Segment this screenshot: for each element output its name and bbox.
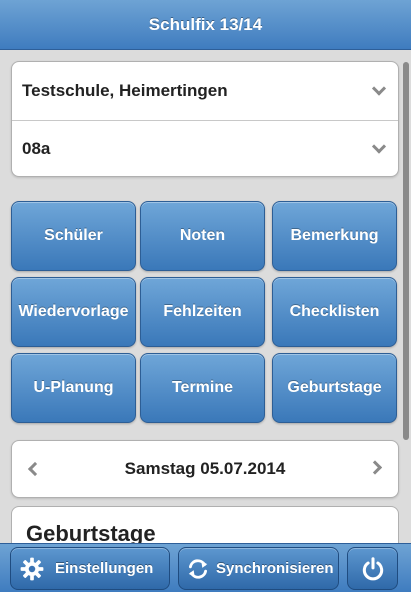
sync-icon <box>188 558 208 579</box>
chevron-down-icon <box>371 81 387 96</box>
settings-button[interactable]: Einstellungen <box>10 547 170 590</box>
page-title: Schulfix 13/14 <box>148 14 263 34</box>
app-header: Schulfix 13/14 <box>0 0 411 50</box>
fehlzeiten-button[interactable]: Fehlzeiten <box>140 277 265 347</box>
chevron-down-icon <box>371 139 387 154</box>
button-label: Schüler <box>44 227 103 244</box>
u-planung-button[interactable]: U-Planung <box>11 353 136 423</box>
school-select[interactable]: Testschule, Heimertingen <box>12 62 398 120</box>
termine-button[interactable]: Termine <box>140 353 265 423</box>
power-button[interactable] <box>347 547 398 590</box>
bemerkung-button[interactable]: Bemerkung <box>272 201 397 271</box>
button-label: Bemerkung <box>290 227 379 244</box>
chevron-left-icon[interactable] <box>27 461 43 477</box>
date-navigator: Samstag 05.07.2014 <box>11 440 399 498</box>
birthday-section: Geburtstage <box>11 506 399 543</box>
button-label: Wiedervorlage <box>18 303 129 320</box>
gear-icon <box>20 557 44 580</box>
main-content[interactable]: Testschule, Heimertingen 08a Schüler Not… <box>0 50 411 543</box>
button-label: Geburtstage <box>287 379 382 396</box>
footer-toolbar: Einstellungen Synchronisieren <box>0 543 411 592</box>
schueler-button[interactable]: Schüler <box>11 201 136 271</box>
selector-group: Testschule, Heimertingen 08a <box>11 61 399 177</box>
class-select-value: 08a <box>22 139 51 158</box>
wiedervorlage-button[interactable]: Wiedervorlage <box>11 277 136 347</box>
settings-label: Einstellungen <box>55 560 154 577</box>
button-label: U-Planung <box>33 379 114 396</box>
class-select[interactable]: 08a <box>12 120 398 176</box>
button-label: Checklisten <box>289 303 380 320</box>
button-label: Termine <box>171 379 234 396</box>
checklisten-button[interactable]: Checklisten <box>272 277 397 347</box>
geburtstage-button[interactable]: Geburtstage <box>272 353 397 423</box>
school-select-value: Testschule, Heimertingen <box>22 81 228 100</box>
power-icon <box>362 556 383 580</box>
scrollbar[interactable] <box>403 62 409 440</box>
chevron-right-icon[interactable] <box>367 460 383 475</box>
noten-button[interactable]: Noten <box>140 201 265 271</box>
sync-button[interactable]: Synchronisieren <box>178 547 339 590</box>
birthday-section-title: Geburtstage <box>26 521 156 543</box>
button-label: Fehlzeiten <box>163 303 242 320</box>
sync-label: Synchronisieren <box>216 560 334 577</box>
button-label: Noten <box>179 227 226 244</box>
current-date: Samstag 05.07.2014 <box>124 459 286 478</box>
